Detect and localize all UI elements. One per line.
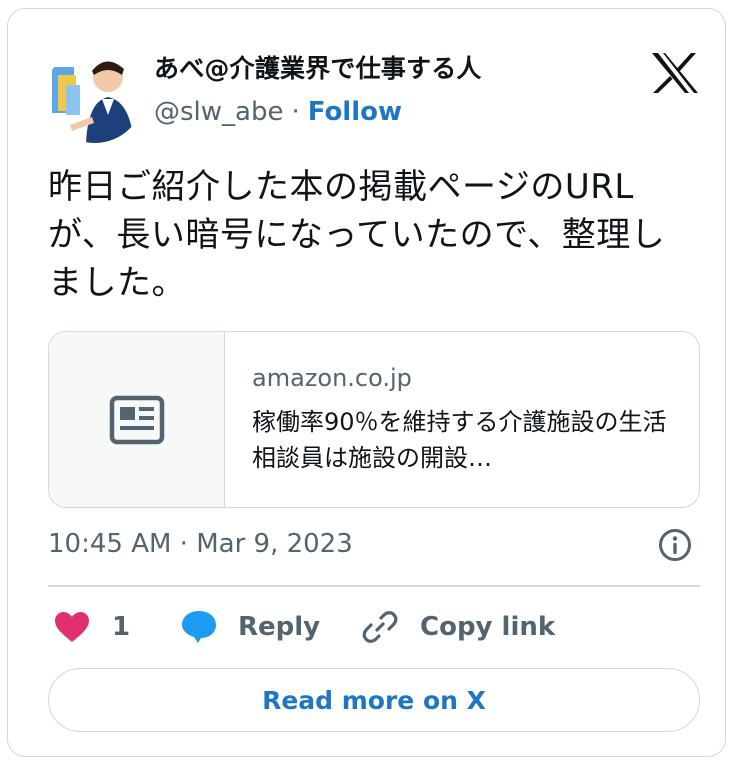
link-domain: amazon.co.jp [252,364,412,392]
like-button[interactable]: 1 [54,607,130,647]
copy-link-button[interactable]: Copy link [362,607,555,647]
link-icon [362,611,398,643]
handle-separator: · [291,97,300,127]
heart-icon [55,612,89,642]
tweet-text: 昨日ご紹介した本の掲載ページのURLが、長い暗号になっていたので、整理しました。 [48,167,666,303]
avatar[interactable] [46,45,144,143]
like-count: 1 [112,612,131,642]
follow-button[interactable]: Follow [308,97,402,127]
article-icon [109,395,164,444]
x-logo-icon[interactable] [650,51,700,95]
copy-link-label: Copy link [420,612,556,642]
tweet-timestamp[interactable]: 10:45 AM · Mar 9, 2023 [48,529,353,559]
link-thumbnail [49,332,225,507]
read-more-label: Read more on X [262,685,486,715]
reply-label: Reply [238,612,321,642]
author-name[interactable]: あべ@介護業界で仕事する人 [154,49,482,85]
author-handle[interactable]: @slw_abe [154,97,283,127]
read-more-button[interactable]: Read more on X [48,668,700,732]
tweet-embed-card: あべ@介護業界で仕事する人 @slw_abe · Follow 昨日ご紹介した本… [7,8,726,757]
info-icon[interactable] [658,528,692,562]
divider [48,585,700,587]
profile-photo [46,45,144,143]
reply-bubble-icon [182,611,216,643]
reply-button[interactable]: Reply [180,607,320,647]
handle-row: @slw_abe · Follow [154,97,402,127]
link-preview-card[interactable]: amazon.co.jp 稼働率90％を維持する介護施設の生活相談員は施設の開設… [48,331,700,508]
link-title: 稼働率90％を維持する介護施設の生活相談員は施設の開設… [252,408,667,472]
